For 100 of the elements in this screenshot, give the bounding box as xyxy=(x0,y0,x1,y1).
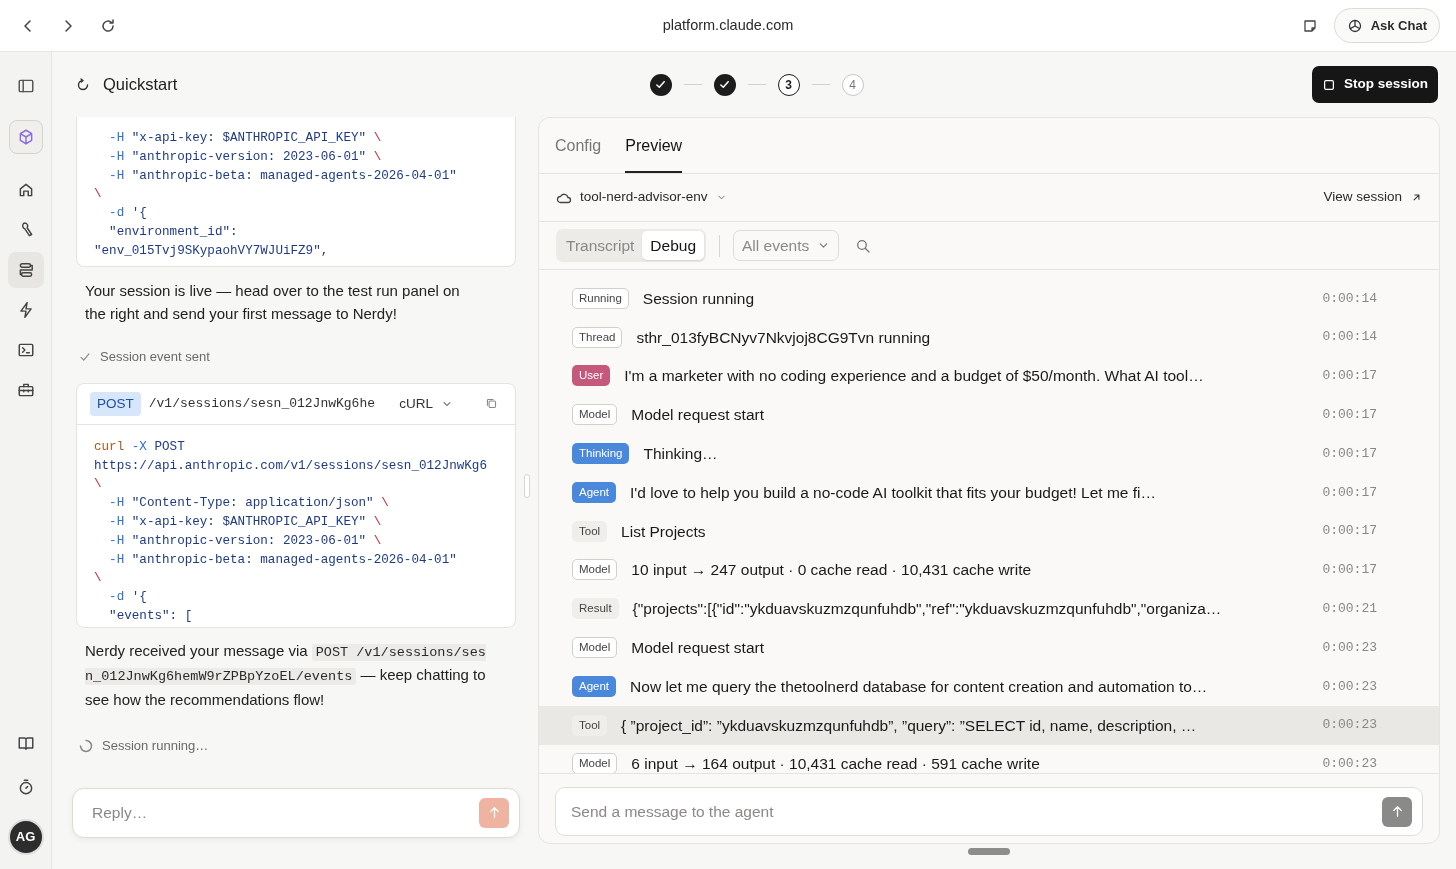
event-text: List Projects xyxy=(621,521,707,542)
code-line: -H "x-api-key: $ANTHROPIC_API_KEY" \ xyxy=(108,130,383,147)
step-indicator[interactable]: 4 xyxy=(841,73,864,96)
step-indicator[interactable]: 3 xyxy=(777,73,800,96)
code-line: "env_015Tvj9SKypaohVY7WJUiFZ9", xyxy=(94,242,330,260)
code-line: \ xyxy=(94,476,103,494)
code-line: -H "x-api-key: $ANTHROPIC_API_KEY" \ xyxy=(108,513,383,531)
terminal-icon xyxy=(16,341,35,359)
code-line: -H "anthropic-version: 2023-06-01" \ xyxy=(108,148,383,166)
event-row[interactable]: User I'm a marketer with no coding experience and a budget of $50/month. What AI tool… 0:00:17 xyxy=(539,356,1439,396)
event-text: I'd love to help you build a no-code AI toolkit that fits your budget! Let me fi… xyxy=(630,482,1158,503)
event-row[interactable]: Running Session running 0:00:14 xyxy=(539,279,1439,318)
event-time: 0:00:23 xyxy=(1322,638,1377,657)
event-text: I'm a marketer with no coding experience and a budget of $50/month. What AI tool… xyxy=(624,366,1205,387)
rail-button[interactable] xyxy=(7,252,44,288)
event-row[interactable]: Thread sthr_013fyBCNyv7Nkvjoj8CG9Tvn running 0:00:14 xyxy=(539,317,1439,357)
drag-handle[interactable] xyxy=(968,848,1010,855)
copy-icon xyxy=(485,397,498,411)
event-row[interactable]: Model Model request start 0:00:17 xyxy=(539,395,1439,435)
event-time: 0:00:14 xyxy=(1322,289,1377,308)
event-text: {"projects":[{"id":"ykduavskuzmzqunfuhdb","ref":"ykduavskuzmzqunfuhdb","organiza… xyxy=(632,599,1223,620)
event-time: 0:00:23 xyxy=(1322,677,1377,696)
event-tag: Model xyxy=(572,753,618,773)
copy-button[interactable] xyxy=(485,397,498,411)
event-row[interactable]: Model 10 input → 247 output · 0 cache read · 10,431 cache write 0:00:17 xyxy=(539,550,1439,590)
event-text: { ”project_id”: ”ykduavskuzmzqunfuhdb”, ”query”: ”SELECT id, name, description, … xyxy=(621,715,1198,736)
tab[interactable]: Config xyxy=(555,134,602,173)
ask-chat-button[interactable]: Ask Chat xyxy=(1333,7,1440,44)
language-dropdown[interactable]: cURL xyxy=(399,393,453,414)
notes-button[interactable] xyxy=(1301,17,1318,34)
event-time: 0:00:17 xyxy=(1322,561,1377,580)
step-indicator[interactable] xyxy=(713,73,736,96)
check-icon xyxy=(654,78,667,91)
event-row[interactable]: Tool List Projects 0:00:17 xyxy=(539,511,1439,551)
event-tag: Model xyxy=(572,404,618,426)
code-line: -d '{ xyxy=(108,205,148,223)
event-time: 0:00:21 xyxy=(1322,600,1377,618)
event-row[interactable]: Agent Now let me query the thetoolnerd database for content creation and automation to… 0:00:23 xyxy=(539,666,1439,706)
environment-dropdown[interactable]: tool-nerd-advisor-env xyxy=(556,187,727,208)
event-row[interactable]: Agent I'd love to help you build a no-code AI toolkit that fits your budget! Let me fi… 0:00:17 xyxy=(539,473,1439,512)
event-row[interactable]: Thinking Thinking… 0:00:17 xyxy=(539,434,1439,473)
endpoint-path: /v1/sessions/sesn_012JnwKg6he xyxy=(148,394,376,413)
search-icon xyxy=(855,237,872,254)
step-indicator[interactable] xyxy=(649,73,672,96)
event-tag: Agent xyxy=(572,481,617,503)
refresh-icon xyxy=(75,76,91,93)
event-row[interactable]: Tool { ”project_id”: ”ykduavskuzmzqunfuhdb”, ”query”: ”SELECT id, name, description, … 0:00:23 xyxy=(539,705,1439,745)
event-time: 0:00:17 xyxy=(1322,483,1377,502)
event-tag: Model xyxy=(572,559,618,581)
toolbox-icon xyxy=(16,381,35,399)
code-line: -H "anthropic-beta: managed-agents-2026-04-01" xyxy=(108,551,458,569)
event-tag: Running xyxy=(572,287,629,309)
event-text: Session running xyxy=(642,288,755,309)
code-line: "environment_id": xyxy=(108,224,239,241)
page-title: Quickstart xyxy=(103,74,178,96)
send-button[interactable] xyxy=(1382,796,1412,827)
event-row[interactable]: Model 6 input → 164 output · 10,431 cache read · 591 cache write 0:00:23 xyxy=(539,744,1439,773)
event-time: 0:00:17 xyxy=(1322,444,1377,463)
reload-icon xyxy=(100,17,116,34)
code-line: -d '{ xyxy=(108,589,148,607)
event-tag: Tool xyxy=(572,520,608,542)
event-tag: Agent xyxy=(572,675,617,697)
method-tag: POST xyxy=(90,391,141,416)
event-row[interactable]: Model Model request start 0:00:23 xyxy=(539,628,1439,667)
avatar[interactable]: AG xyxy=(9,821,42,853)
message-text: Your session is live — head over to the test run panel on the right and send your first message to Nerdy! xyxy=(85,281,461,324)
event-time: 0:00:14 xyxy=(1322,328,1377,347)
event-tag: User xyxy=(572,365,611,387)
code-line: "events": [ xyxy=(108,607,194,625)
check-icon xyxy=(718,78,731,91)
status-text: Session running… xyxy=(102,737,209,755)
event-time: 0:00:17 xyxy=(1322,406,1377,425)
reload-button[interactable] xyxy=(100,17,116,34)
code-line: https://api.anthropic.com/v1/sessions/sesn_012JnwKg6 xyxy=(94,457,488,475)
stop-session-button[interactable]: Stop session xyxy=(1311,66,1438,103)
event-text: sthr_013fyBCNyv7Nkvjoj8CG9Tvn running xyxy=(636,327,932,348)
event-time: 0:00:17 xyxy=(1322,367,1377,386)
book-icon xyxy=(16,734,35,752)
event-text: Model request start xyxy=(631,637,765,658)
event-time: 0:00:23 xyxy=(1322,755,1377,773)
event-row[interactable]: Result {"projects":[{"id":"ykduavskuzmzqunfuhdb","ref":"ykduavskuzmzqunfuhdb","organiza… 0:00:21 xyxy=(539,589,1439,629)
code-line: \ xyxy=(94,570,103,588)
event-text: Model request start xyxy=(631,405,765,426)
status-text: Session event sent xyxy=(100,348,210,366)
view-session-link[interactable]: View session xyxy=(1323,187,1423,208)
event-text: 6 input → 164 output · 10,431 cache read · 591 cache write xyxy=(631,754,1041,773)
event-time: 0:00:23 xyxy=(1322,716,1377,735)
stop-icon xyxy=(1321,77,1336,92)
resize-handle[interactable] xyxy=(524,474,530,498)
code-line: -H "anthropic-beta: managed-agents-2026-04-01" xyxy=(108,167,458,185)
code-line: curl -X POST xyxy=(94,438,186,456)
search-button[interactable] xyxy=(855,237,872,254)
tab[interactable]: Preview xyxy=(625,134,683,173)
event-text: Now let me query the thetoolnerd database for content creation and automation to… xyxy=(630,676,1209,697)
event-tag: Result xyxy=(572,598,619,620)
mode-tab[interactable]: Debug xyxy=(642,230,704,261)
code-line: -H "anthropic-version: 2023-06-01" \ xyxy=(108,532,383,550)
note-icon xyxy=(1301,17,1318,34)
code-line: \ xyxy=(94,186,103,204)
code-line: -H "Content-Type: application/json" \ xyxy=(108,495,390,513)
